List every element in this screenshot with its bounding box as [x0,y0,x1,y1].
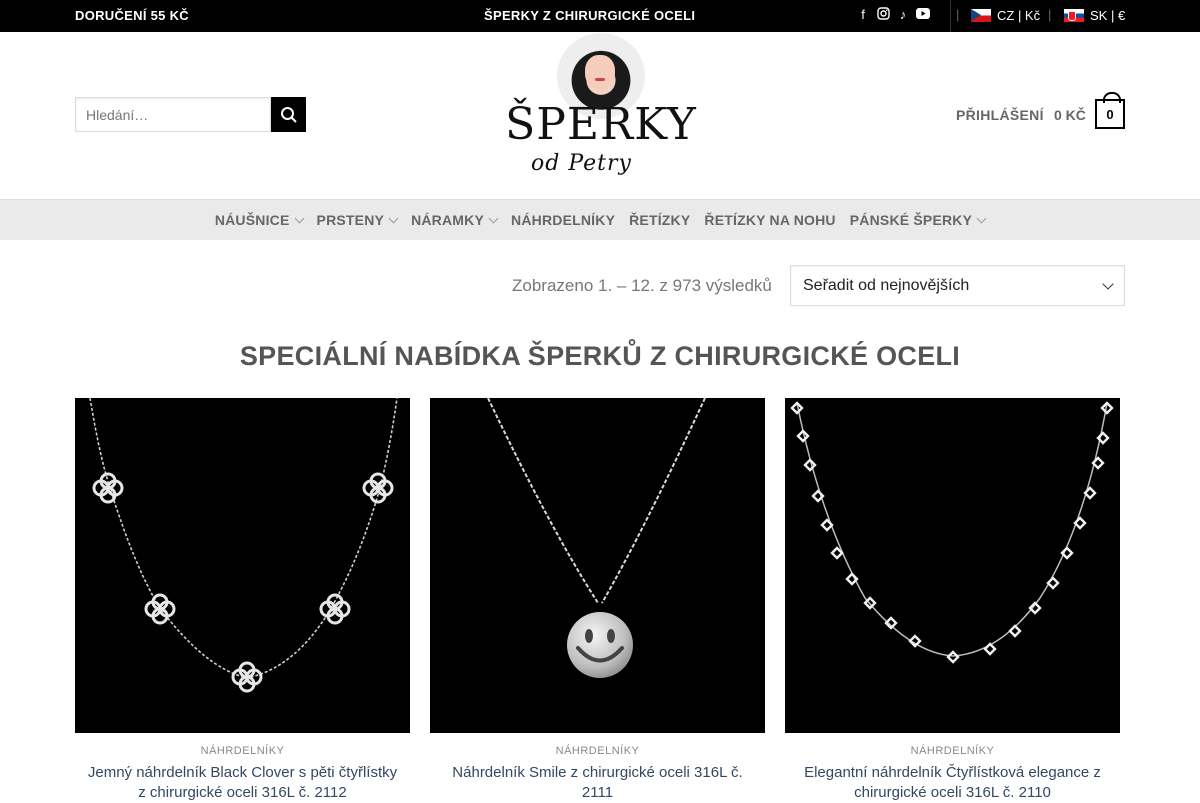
instagram-icon[interactable] [876,7,890,23]
logo-text: ŠPERKY [505,99,697,150]
quatrefoil-necklace-image [790,401,1114,664]
product-image[interactable] [75,398,410,733]
smile-necklace-image [487,398,706,678]
topbar-divider [950,0,951,32]
chevron-down-icon [976,213,987,223]
nav-label: ŘETÍZKY [629,212,691,228]
nav-item-necklaces[interactable]: NÁHRDELNÍKY [511,212,615,228]
product-title[interactable]: Jemný náhrdelník Black Clover s pěti čty… [75,763,410,803]
shipping-notice: DORUČENÍ 55 KČ [75,8,189,23]
product-card[interactable]: NÁHRDELNÍKY Náhrdelník Smile z chirurgic… [430,398,765,803]
product-category[interactable]: NÁHRDELNÍKY [75,745,410,757]
search-icon [280,106,297,123]
tiktok-icon[interactable]: ♪ [896,7,910,23]
lang-sk-label: SK | € [1090,8,1126,23]
lang-cz-label: CZ | Kč [997,8,1041,23]
sort-selected-value: Seřadit od nejnovějších [803,276,970,294]
result-count: Zobrazeno 1. – 12. z 973 výsledků [512,276,772,295]
promo-banner[interactable]: ŠPERKY Z CHIRURGICKÉ OCELI [484,8,695,23]
product-card[interactable]: NÁHRDELNÍKY Jemný náhrdelník Black Clove… [75,398,410,803]
cart-total[interactable]: 0 KČ [1054,107,1086,123]
nav-label: NÁRAMKY [411,212,485,228]
nav-label: ŘETÍZKY NA NOHU [704,212,836,228]
cart-count: 0 [1106,106,1114,122]
section-title: SPECIÁLNÍ NABÍDKA ŠPERKŮ Z CHIRURGICKÉ O… [239,341,961,371]
search-button[interactable] [271,97,306,132]
sort-select[interactable]: Seřadit od nejnovějších [790,265,1125,306]
nav-item-rings[interactable]: PRSTENY [316,212,399,228]
lang-switch-sk[interactable]: SK | € [1064,8,1125,23]
product-image[interactable] [785,398,1120,733]
chevron-down-icon [294,213,304,223]
czech-flag-icon [971,9,991,22]
search-form [75,97,306,132]
nav-label: NÁUŠNICE [214,212,290,228]
chevron-down-icon [488,213,499,223]
main-navigation: NÁUŠNICE PRSTENY NÁRAMKY NÁHRDELNÍKY ŘET… [0,199,1200,240]
nav-item-anklets[interactable]: ŘETÍZKY NA NOHU [704,212,835,228]
nav-label: PRSTENY [316,212,385,228]
product-title[interactable]: Náhrdelník Smile z chirurgické oceli 316… [430,763,765,803]
nav-item-chains[interactable]: ŘETÍZKY [629,212,690,228]
nav-item-bracelets[interactable]: NÁRAMKY [411,212,499,228]
nav-item-earrings[interactable]: NÁUŠNICE [214,212,304,228]
search-input[interactable] [75,97,271,132]
chevron-down-icon [388,213,399,223]
nav-label: PÁNSKÉ ŠPERKY [849,212,973,228]
nav-label: NÁHRDELNÍKY [511,212,616,228]
youtube-icon[interactable] [916,7,930,23]
separator: | [956,7,960,22]
lang-switch-cz[interactable]: CZ | Kč [971,8,1040,23]
clover-necklace-image [89,398,398,693]
product-category[interactable]: NÁHRDELNÍKY [430,745,765,757]
product-category[interactable]: NÁHRDELNÍKY [785,745,1120,757]
site-logo[interactable]: ŠPERKY od Petry [505,33,697,199]
social-links: f ♪ [856,7,930,23]
logo-subtitle: od Petry [531,151,632,176]
slovak-flag-icon [1064,9,1084,22]
product-grid: NÁHRDELNÍKY Jemný náhrdelník Black Clove… [75,398,1120,803]
chevron-down-icon [1102,277,1114,290]
product-image[interactable] [430,398,765,733]
nav-item-mens-jewelry[interactable]: PÁNSKÉ ŠPERKY [849,212,987,228]
login-link[interactable]: PŘIHLÁŠENÍ [956,107,1044,123]
top-bar: DORUČENÍ 55 KČ ŠPERKY Z CHIRURGICKÉ OCEL… [0,0,1200,32]
product-card[interactable]: NÁHRDELNÍKY Elegantní náhrdelník Čtyřlís… [785,398,1120,803]
separator: | [1048,7,1052,22]
cart-icon[interactable]: 0 [1095,92,1125,129]
facebook-icon[interactable]: f [856,7,870,23]
product-title[interactable]: Elegantní náhrdelník Čtyřlístková elegan… [785,763,1120,803]
